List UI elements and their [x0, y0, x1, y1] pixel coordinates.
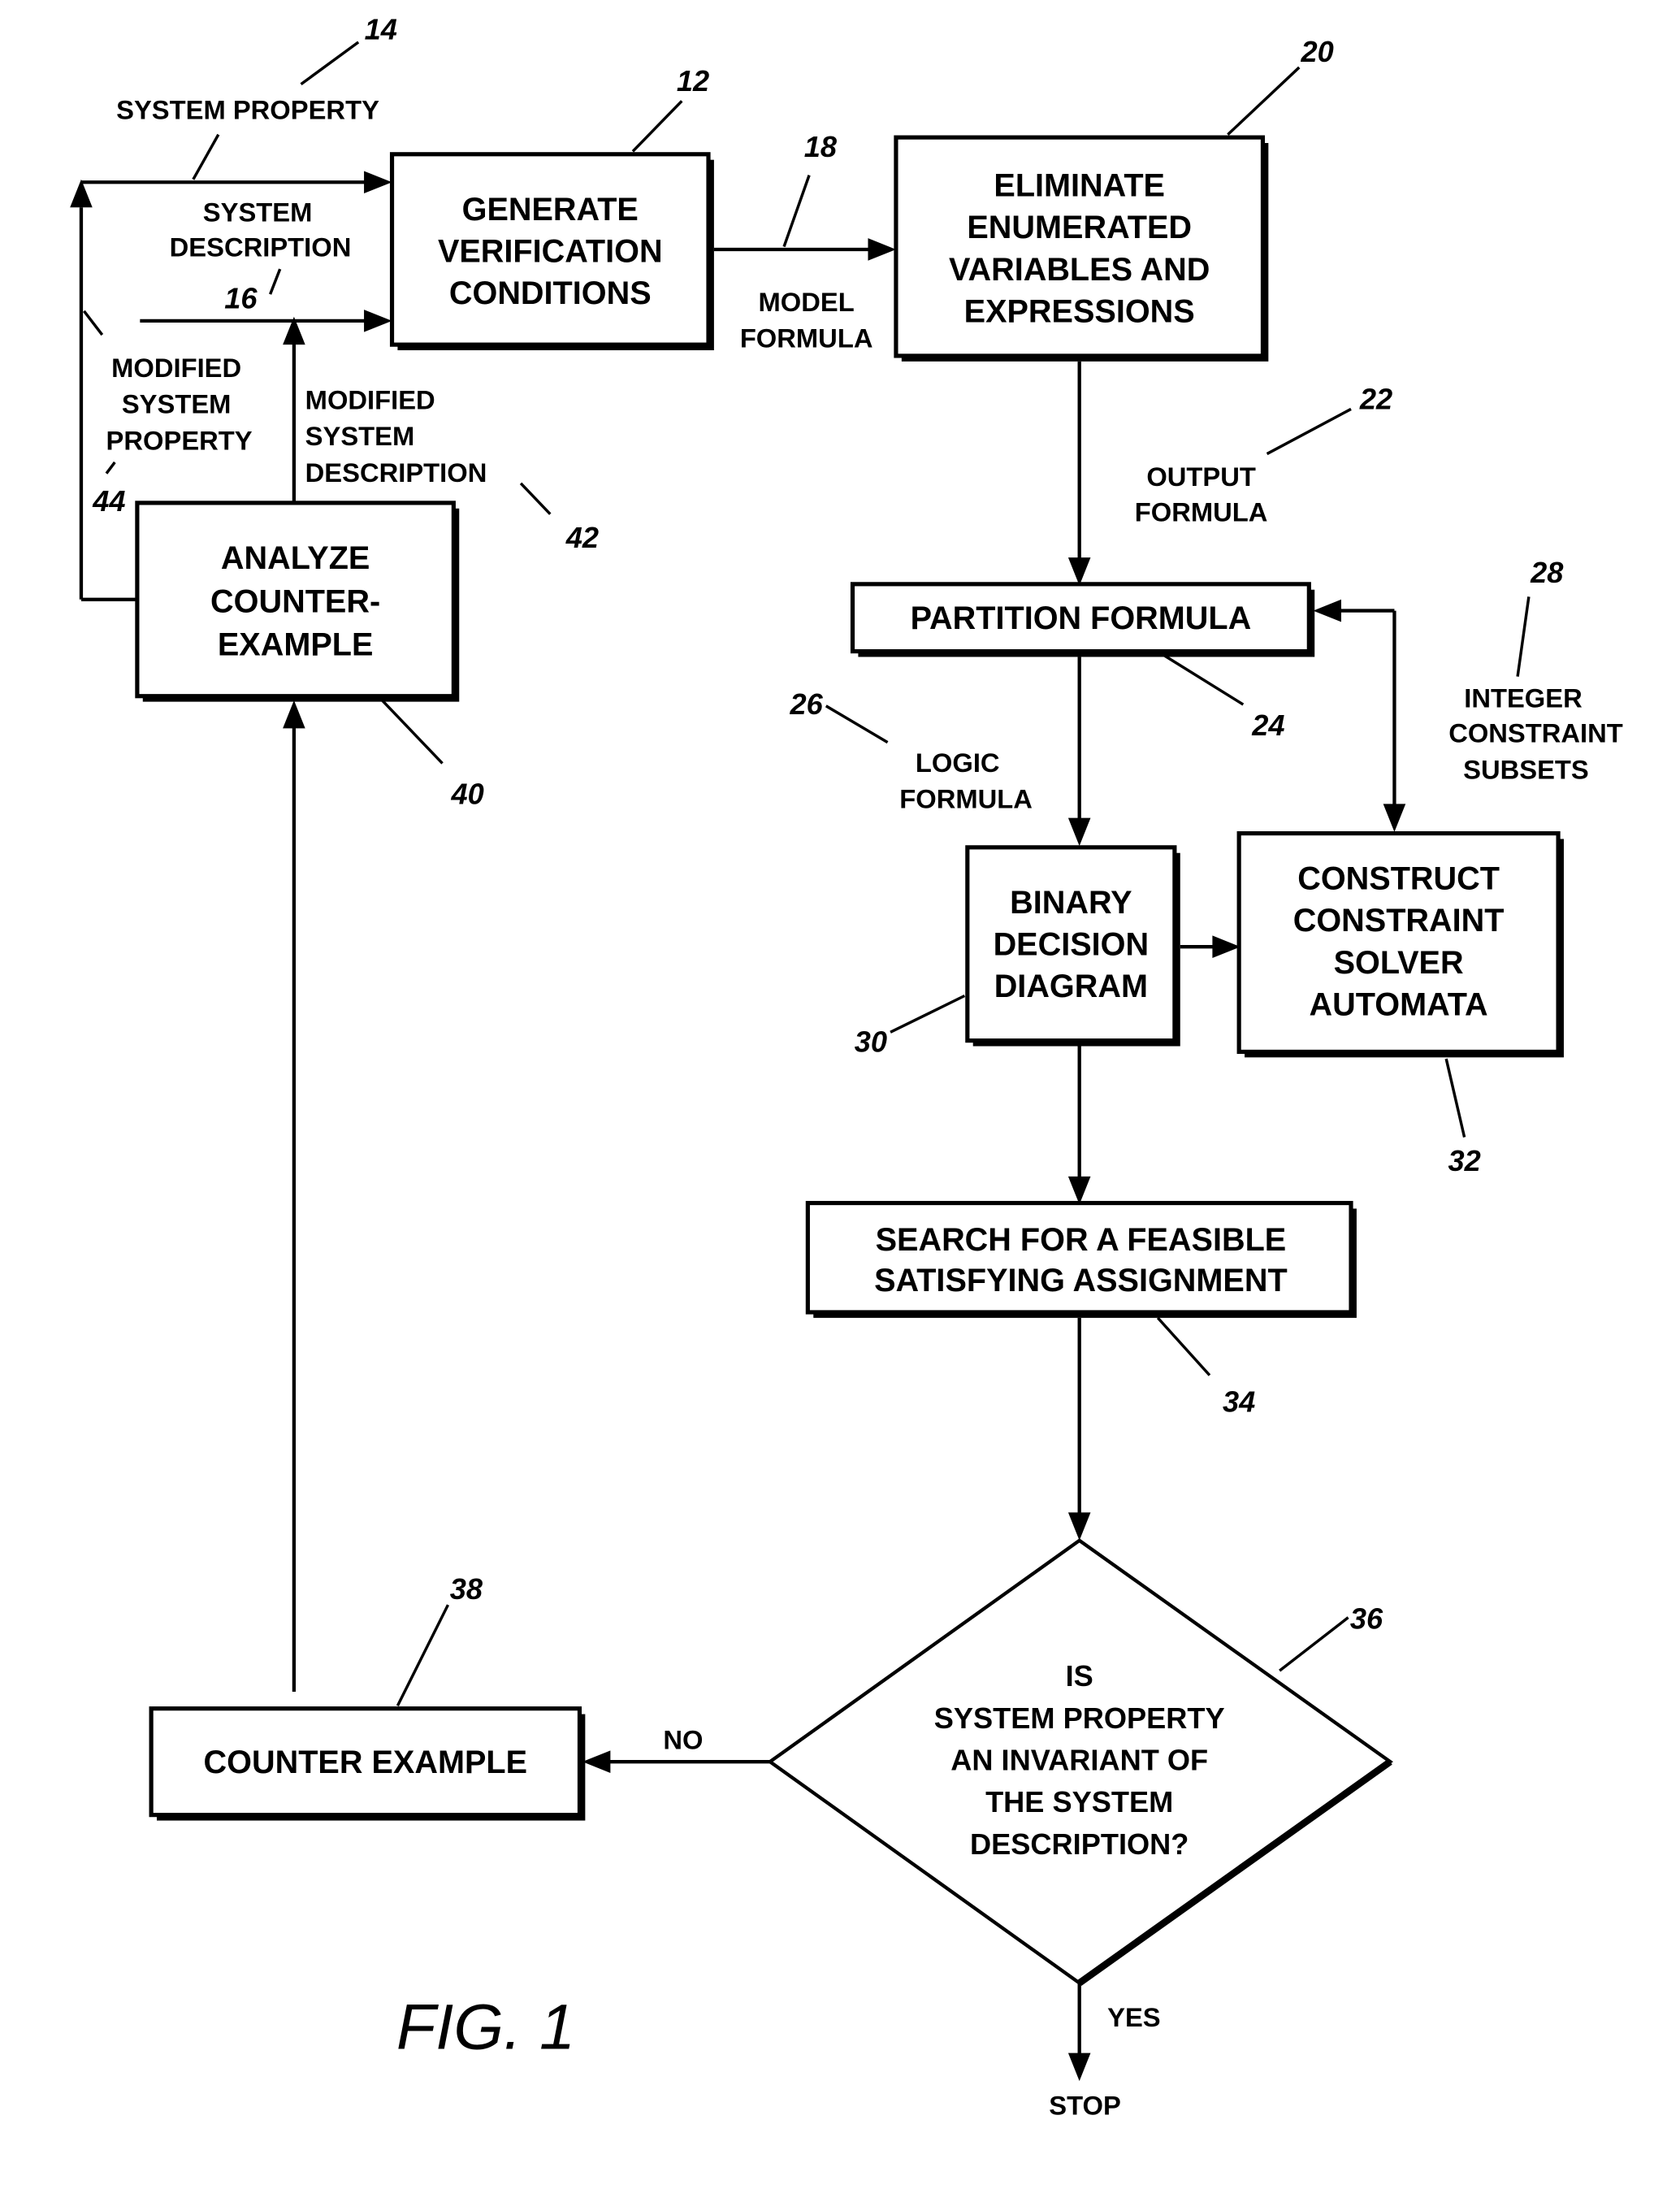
- ref-12: 12: [677, 64, 709, 98]
- node-analyze-counter-example: ANALYZE COUNTER- EXAMPLE: [135, 501, 460, 702]
- node-generate-verification-conditions: GENERATE VERIFICATION CONDITIONS: [389, 152, 714, 351]
- node-text: VARIABLES AND: [949, 252, 1210, 288]
- edge-label-system-description: DESCRIPTION: [170, 232, 352, 262]
- node-text: EXAMPLE: [218, 627, 374, 663]
- edge-label-output-formula: OUTPUT: [1146, 462, 1256, 492]
- ref-14: 14: [365, 12, 397, 46]
- edge-label-integer-constraint: CONSTRAINT: [1448, 718, 1623, 748]
- flowchart: GENERATE VERIFICATION CONDITIONS 12 ELIM…: [70, 12, 1623, 2120]
- node-text: EXPRESSIONS: [964, 294, 1195, 330]
- edge-label-modified-description: MODIFIED: [305, 384, 435, 414]
- edge-label-modified-description: SYSTEM: [305, 421, 415, 451]
- ref-42: 42: [565, 521, 599, 554]
- node-text: VERIFICATION: [438, 233, 663, 269]
- node-text: CONSTRUCT: [1297, 861, 1500, 897]
- node-decision-invariant: IS SYSTEM PROPERTY AN INVARIANT OF THE S…: [767, 1538, 1393, 1986]
- node-binary-decision-diagram: BINARY DECISION DIAGRAM: [965, 845, 1180, 1047]
- node-counter-example: COUNTER EXAMPLE: [149, 1706, 586, 1821]
- terminal-stop: STOP: [1049, 2090, 1121, 2120]
- ref-16: 16: [224, 281, 258, 314]
- node-text: PARTITION FORMULA: [911, 600, 1252, 636]
- edge-label-integer-constraint: SUBSETS: [1463, 754, 1589, 784]
- edge-label-yes: YES: [1107, 2002, 1161, 2032]
- node-text: DIAGRAM: [994, 969, 1148, 1004]
- node-text: ENUMERATED: [967, 210, 1192, 245]
- ref-30: 30: [855, 1025, 887, 1058]
- edge-label-model-formula: FORMULA: [740, 323, 873, 353]
- edge-label-modified-description: DESCRIPTION: [305, 457, 487, 488]
- ref-22: 22: [1359, 382, 1392, 415]
- ref-44: 44: [92, 484, 125, 518]
- ref-20: 20: [1301, 35, 1334, 68]
- edge-label-logic-formula: LOGIC: [916, 748, 1000, 778]
- ref-38: 38: [450, 1572, 483, 1606]
- edge-label-output-formula: FORMULA: [1135, 496, 1268, 527]
- node-text: BINARY: [1010, 885, 1132, 921]
- node-text: SEARCH FOR A FEASIBLE: [876, 1222, 1287, 1258]
- ref-40: 40: [450, 777, 483, 810]
- ref-28: 28: [1530, 556, 1564, 589]
- node-text: IS: [1066, 1659, 1093, 1693]
- edge-label-integer-constraint: INTEGER: [1464, 683, 1583, 713]
- node-text: DECISION: [994, 927, 1150, 963]
- edge-label-system-description: SYSTEM: [203, 197, 313, 228]
- node-text: SOLVER: [1334, 945, 1464, 981]
- node-text: COUNTER EXAMPLE: [204, 1745, 527, 1780]
- node-construct-automata: CONSTRUCT CONSTRAINT SOLVER AUTOMATA: [1236, 831, 1564, 1058]
- node-text: AUTOMATA: [1310, 987, 1488, 1023]
- edge-label-model-formula: MODEL: [759, 287, 855, 317]
- edge-label-system-property: SYSTEM PROPERTY: [116, 95, 379, 125]
- ref-32: 32: [1448, 1144, 1480, 1177]
- node-text: SATISFYING ASSIGNMENT: [874, 1263, 1288, 1298]
- node-text: ANALYZE: [221, 540, 370, 576]
- node-text: GENERATE: [462, 192, 639, 228]
- node-text: CONDITIONS: [449, 275, 652, 311]
- ref-34: 34: [1223, 1385, 1255, 1418]
- node-text: COUNTER-: [210, 583, 380, 619]
- node-text: DESCRIPTION?: [970, 1827, 1189, 1861]
- node-text: SYSTEM PROPERTY: [934, 1701, 1225, 1735]
- node-text: CONSTRAINT: [1293, 903, 1505, 938]
- ref-18: 18: [804, 130, 838, 163]
- node-text: AN INVARIANT OF: [950, 1744, 1208, 1777]
- ref-26: 26: [790, 687, 824, 721]
- edge-label-logic-formula: FORMULA: [899, 784, 1033, 814]
- node-eliminate-enumerated: ELIMINATE ENUMERATED VARIABLES AND EXPRE…: [894, 135, 1269, 362]
- node-text: ELIMINATE: [994, 167, 1165, 203]
- edge-label-no: NO: [663, 1725, 703, 1755]
- edge-label-modified-property: SYSTEM: [122, 389, 232, 419]
- node-search-feasible-assignment: SEARCH FOR A FEASIBLE SATISFYING ASSIGNM…: [805, 1200, 1357, 1318]
- edge-label-modified-property: MODIFIED: [111, 353, 241, 383]
- ref-24: 24: [1251, 709, 1284, 742]
- node-text: THE SYSTEM: [985, 1785, 1173, 1818]
- node-partition-formula: PARTITION FORMULA: [850, 582, 1315, 657]
- ref-36: 36: [1350, 1602, 1383, 1635]
- edge-label-modified-property: PROPERTY: [106, 425, 253, 455]
- figure-caption: FIG. 1: [396, 1990, 575, 2062]
